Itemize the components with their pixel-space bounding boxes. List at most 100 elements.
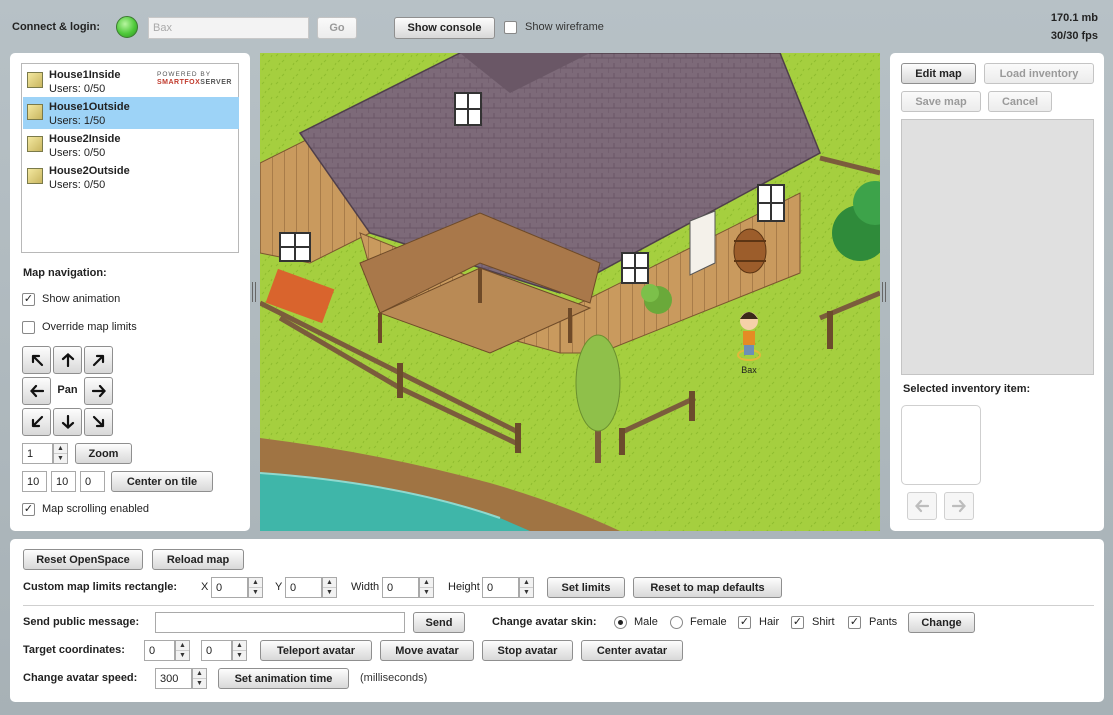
show-animation-label: Show animation (42, 293, 121, 305)
limit-x-stepper[interactable]: ▲ ▼ (248, 577, 263, 598)
zoom-input[interactable]: 1 (22, 443, 53, 464)
limit-width-stepper[interactable]: ▲ ▼ (419, 577, 434, 598)
limit-x-label: X (201, 581, 209, 593)
send-public-message-label: Send public message: (23, 616, 140, 628)
move-avatar-button[interactable]: Move avatar (380, 640, 474, 661)
arrow-right-icon (91, 384, 106, 398)
selected-inventory-label: Selected inventory item: (903, 383, 1031, 395)
arrow-left-icon (29, 384, 44, 398)
room-list-item-selected[interactable]: House1Outside Users: 1/50 (23, 97, 239, 129)
center-avatar-button[interactable]: Center avatar (581, 640, 683, 661)
target-x-stepper[interactable]: ▲ ▼ (175, 640, 190, 661)
prev-item-button[interactable] (907, 492, 937, 520)
arrow-up-icon (61, 353, 74, 367)
username-input[interactable]: Bax (148, 17, 309, 39)
limit-y-label: Y (275, 581, 283, 593)
male-radio[interactable] (614, 616, 627, 629)
cancel-button[interactable]: Cancel (988, 91, 1052, 112)
limit-y-input[interactable]: 0 (285, 577, 322, 598)
limit-height-input[interactable]: 0 (482, 577, 519, 598)
change-skin-button[interactable]: Change (908, 612, 975, 633)
reload-map-button[interactable]: Reload map (152, 549, 244, 570)
tile-y-input[interactable]: 10 (51, 471, 76, 492)
map-scrolling-label: Map scrolling enabled (42, 503, 150, 515)
center-on-tile-button[interactable]: Center on tile (111, 471, 213, 492)
pants-checkbox[interactable]: ✓ (848, 616, 861, 629)
bottom-panel: Reset OpenSpace Reload map Custom map li… (10, 539, 1104, 702)
arrow-right-icon (952, 499, 966, 513)
right-splitter-handle[interactable] (882, 282, 886, 302)
logo-smartfox: SMARTFOX (157, 79, 201, 86)
pan-down-right-button[interactable] (84, 408, 113, 436)
arrow-down-left-icon (31, 415, 43, 428)
change-avatar-skin-label: Change avatar skin: (492, 616, 597, 628)
avatar-speed-stepper[interactable]: ▲ ▼ (192, 668, 207, 689)
limit-height-stepper[interactable]: ▲ ▼ (519, 577, 534, 598)
show-animation-checkbox[interactable]: ✓ (22, 293, 35, 306)
send-button[interactable]: Send (413, 612, 465, 633)
zoom-stepper[interactable]: ▲ ▼ (53, 443, 68, 464)
target-x-input[interactable]: 0 (144, 640, 175, 661)
custom-limits-label: Custom map limits rectangle: (23, 581, 178, 593)
female-radio[interactable] (670, 616, 683, 629)
room-name: House2Outside (49, 165, 130, 177)
avatar-speed-input[interactable]: 300 (155, 668, 192, 689)
set-limits-button[interactable]: Set limits (547, 577, 625, 598)
target-y-stepper[interactable]: ▲ ▼ (232, 640, 247, 661)
pan-up-left-button[interactable] (22, 346, 51, 374)
load-inventory-button[interactable]: Load inventory (984, 63, 1094, 84)
hair-checkbox[interactable]: ✓ (738, 616, 751, 629)
pan-up-button[interactable] (53, 346, 82, 374)
logo-powered-by: POWERED BY (157, 71, 212, 78)
limit-x-input[interactable]: 0 (211, 577, 248, 598)
smartfox-logo: POWERED BY SMARTFOXSERVER (157, 71, 232, 87)
room-list[interactable]: House1Inside Users: 0/50 House1Outside U… (21, 63, 239, 253)
tile-z-input[interactable]: 0 (80, 471, 105, 492)
target-y-input[interactable]: 0 (201, 640, 232, 661)
inventory-list[interactable] (901, 119, 1094, 375)
map-viewport[interactable]: Bax (260, 53, 880, 531)
show-wireframe-checkbox[interactable] (504, 21, 517, 34)
override-map-limits-checkbox[interactable] (22, 321, 35, 334)
zoom-button[interactable]: Zoom (75, 443, 132, 464)
pan-up-right-button[interactable] (84, 346, 113, 374)
room-users: Users: 0/50 (49, 83, 106, 95)
room-icon (27, 104, 43, 120)
editor-panel: Edit map Load inventory Save map Cancel … (890, 53, 1104, 531)
memory-readout: 170.1 mb (1050, 12, 1098, 24)
connection-status-indicator (116, 16, 138, 38)
female-label: Female (690, 616, 727, 628)
room-icon (27, 72, 43, 88)
go-button[interactable]: Go (317, 17, 357, 39)
pan-down-left-button[interactable] (22, 408, 51, 436)
connect-login-label: Connect & login: (12, 21, 100, 33)
shirt-checkbox[interactable]: ✓ (791, 616, 804, 629)
left-splitter-handle[interactable] (252, 282, 256, 302)
isometric-scene[interactable]: Bax (260, 53, 880, 531)
pan-right-button[interactable] (84, 377, 113, 405)
edit-map-button[interactable]: Edit map (901, 63, 976, 84)
pan-left-button[interactable] (22, 377, 51, 405)
reset-to-map-defaults-button[interactable]: Reset to map defaults (633, 577, 782, 598)
room-list-item[interactable]: House2Outside Users: 0/50 (23, 161, 239, 193)
next-item-button[interactable] (944, 492, 974, 520)
room-list-item[interactable]: House2Inside Users: 0/50 (23, 129, 239, 161)
teleport-avatar-button[interactable]: Teleport avatar (260, 640, 372, 661)
map-scrolling-checkbox[interactable]: ✓ (22, 503, 35, 516)
tile-x-input[interactable]: 10 (22, 471, 47, 492)
reset-openspace-button[interactable]: Reset OpenSpace (23, 549, 143, 570)
stop-avatar-button[interactable]: Stop avatar (482, 640, 573, 661)
pants-label: Pants (869, 616, 898, 628)
limit-width-input[interactable]: 0 (382, 577, 419, 598)
room-icon (27, 136, 43, 152)
show-console-button[interactable]: Show console (394, 17, 495, 39)
limit-y-stepper[interactable]: ▲ ▼ (322, 577, 337, 598)
logo-server: SERVER (200, 79, 232, 86)
set-animation-time-button[interactable]: Set animation time (218, 668, 349, 689)
arrow-left-icon (915, 499, 929, 513)
pan-down-button[interactable] (53, 408, 82, 436)
target-coordinates-label: Target coordinates: (23, 644, 125, 656)
arrow-down-icon (61, 415, 74, 429)
public-message-input[interactable] (155, 612, 405, 633)
save-map-button[interactable]: Save map (901, 91, 981, 112)
